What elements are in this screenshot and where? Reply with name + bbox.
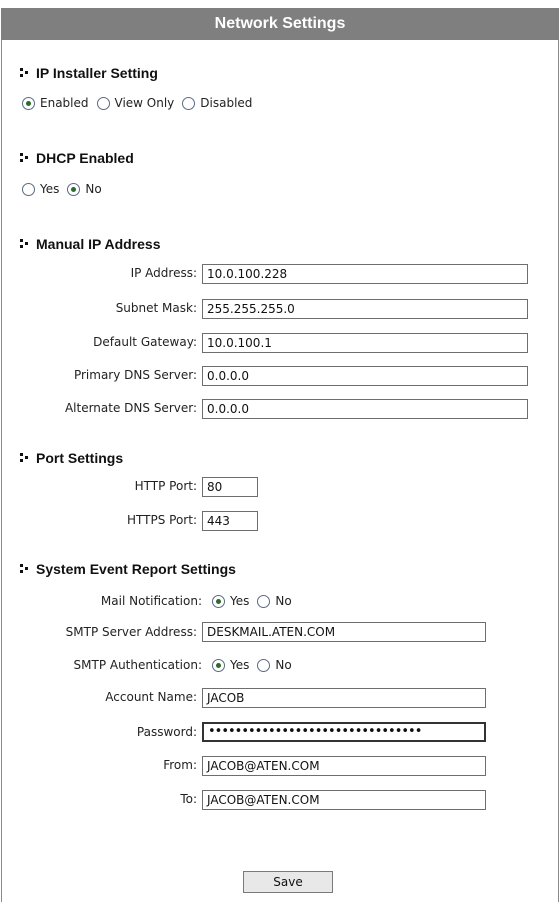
section-bullet-icon	[20, 562, 30, 576]
save-button[interactable]: Save	[243, 871, 333, 893]
section-bullet-icon	[20, 237, 30, 251]
account-name-label: Account Name:	[105, 690, 197, 704]
section-port-settings: Port Settings	[20, 450, 123, 466]
section-manual-ip: Manual IP Address	[20, 236, 160, 252]
from-input[interactable]: JACOB@ATEN.COM	[202, 756, 486, 776]
smtp-server-input[interactable]: DESKMAIL.ATEN.COM	[202, 622, 486, 642]
section-bullet-icon	[20, 151, 30, 165]
section-bullet-icon	[20, 451, 30, 465]
section-title: DHCP Enabled	[36, 150, 134, 166]
dhcp-radio-group: Yes No	[22, 182, 110, 196]
radio-view-only[interactable]	[96, 96, 110, 110]
radio-disabled[interactable]	[182, 96, 196, 110]
radio-mail-yes-label: Yes	[230, 594, 250, 608]
radio-enabled[interactable]	[22, 96, 35, 110]
mail-notification-label: Mail Notification:	[100, 594, 202, 608]
section-bullet-icon	[20, 66, 30, 80]
default-gateway-label: Default Gateway:	[93, 335, 197, 349]
section-event-report: System Event Report Settings	[20, 561, 236, 577]
subnet-mask-label: Subnet Mask:	[115, 301, 197, 315]
section-dhcp: DHCP Enabled	[20, 150, 134, 166]
https-port-input[interactable]: 443	[202, 511, 258, 531]
from-label: From:	[163, 758, 197, 772]
account-name-input[interactable]: JACOB	[202, 688, 486, 708]
radio-dhcp-no[interactable]	[67, 182, 81, 196]
subnet-mask-input[interactable]: 255.255.255.0	[202, 299, 528, 319]
radio-disabled-label: Disabled	[200, 96, 253, 110]
radio-smtp-auth-no-label: No	[275, 658, 292, 672]
ip-address-input[interactable]: 10.0.100.228	[202, 264, 528, 284]
radio-smtp-auth-yes[interactable]	[212, 658, 225, 672]
primary-dns-input[interactable]: 0.0.0.0	[202, 366, 528, 386]
radio-mail-no[interactable]	[257, 594, 271, 608]
radio-smtp-auth-yes-label: Yes	[230, 658, 250, 672]
radio-smtp-auth-no[interactable]	[257, 658, 271, 672]
mail-notification-radio-group: Yes No	[212, 594, 300, 608]
default-gateway-input[interactable]: 10.0.100.1	[202, 333, 528, 353]
password-label: Password:	[136, 725, 197, 739]
password-input[interactable]: ••••••••••••••••••••••••••••••••	[202, 722, 486, 742]
ip-address-label: IP Address:	[130, 266, 197, 280]
to-input[interactable]: JACOB@ATEN.COM	[202, 790, 486, 810]
radio-dhcp-no-label: No	[85, 182, 102, 196]
radio-enabled-label: Enabled	[40, 96, 89, 110]
http-port-input[interactable]: 80	[202, 477, 258, 497]
radio-mail-yes[interactable]	[212, 594, 225, 608]
section-title: Port Settings	[36, 450, 124, 466]
ip-installer-radio-group: Enabled View Only Disabled	[22, 96, 260, 110]
smtp-server-label: SMTP Server Address:	[65, 625, 197, 639]
radio-dhcp-yes[interactable]	[22, 182, 35, 196]
primary-dns-label: Primary DNS Server:	[73, 368, 197, 382]
section-ip-installer: IP Installer Setting	[20, 65, 158, 81]
alternate-dns-label: Alternate DNS Server:	[64, 401, 197, 415]
http-port-label: HTTP Port:	[134, 479, 197, 493]
section-title: IP Installer Setting	[36, 65, 158, 81]
radio-dhcp-yes-label: Yes	[40, 182, 60, 196]
section-title: Manual IP Address	[36, 236, 161, 252]
smtp-auth-radio-group: Yes No	[212, 658, 300, 672]
alternate-dns-input[interactable]: 0.0.0.0	[202, 399, 528, 419]
page-title: Network Settings	[1, 8, 559, 40]
radio-mail-no-label: No	[275, 594, 292, 608]
smtp-auth-label: SMTP Authentication:	[73, 658, 202, 672]
radio-view-only-label: View Only	[114, 96, 175, 110]
section-title: System Event Report Settings	[36, 561, 236, 577]
to-label: To:	[180, 792, 197, 806]
https-port-label: HTTPS Port:	[127, 513, 197, 527]
